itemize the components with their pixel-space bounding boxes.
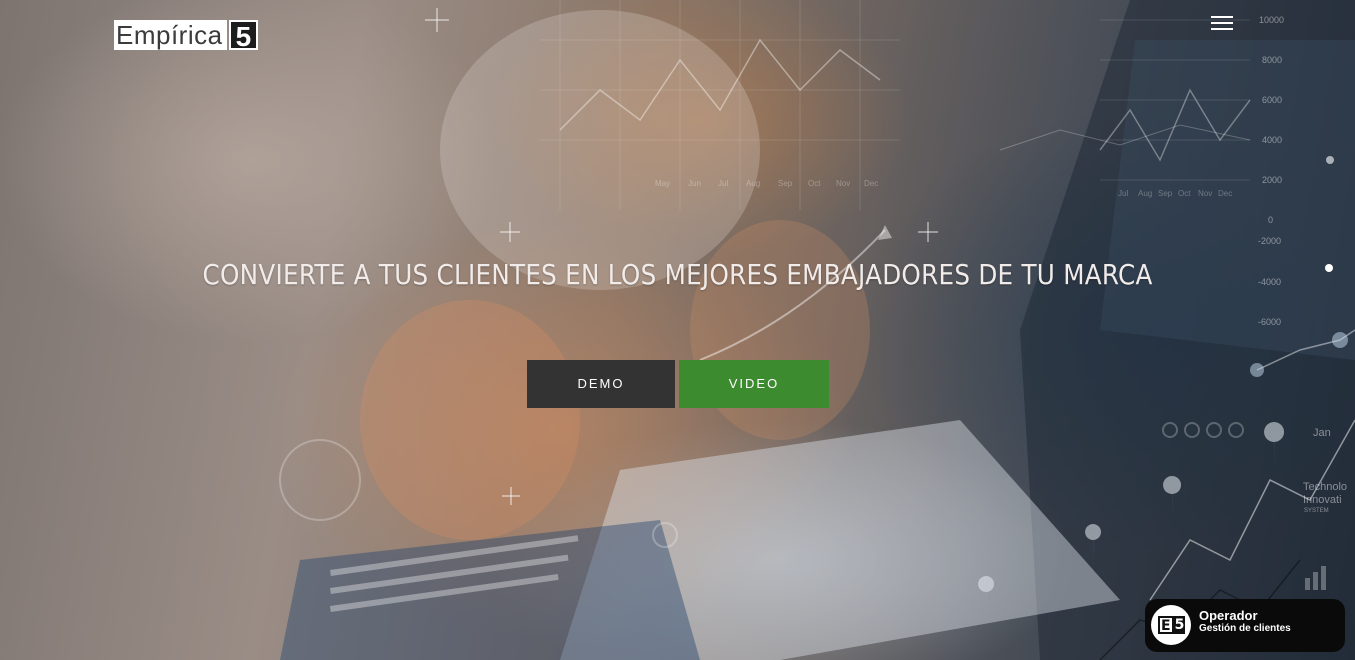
widget-title: Operador <box>1199 608 1258 623</box>
axis-month-label: Nov <box>836 179 850 188</box>
axis-month-label: Oct <box>1178 189 1191 198</box>
axis-month-label: May <box>655 179 670 188</box>
hamburger-menu-icon[interactable] <box>1208 14 1236 32</box>
axis-month-label: Dec <box>1218 189 1232 198</box>
video-button[interactable]: VIDEO <box>679 360 829 408</box>
axis-month-label: Aug <box>1138 189 1152 198</box>
axis-tick-label: 6000 <box>1262 95 1282 105</box>
hero-section: 10000 8000 6000 4000 2000 0 -2000 -4000 … <box>0 0 1355 660</box>
site-logo[interactable]: Empírica 5 <box>114 20 259 52</box>
axis-month-label: Sep <box>778 179 793 188</box>
axis-month-label: Nov <box>1198 189 1212 198</box>
slider-dot[interactable] <box>1325 264 1333 272</box>
axis-tick-label: 2000 <box>1262 175 1282 185</box>
demo-button[interactable]: DEMO <box>527 360 675 408</box>
axis-month-label: Jul <box>1118 189 1128 198</box>
axis-month-label: Jun <box>688 179 701 188</box>
menu-bar <box>1211 28 1233 30</box>
logo-wordmark: Empírica <box>114 20 227 50</box>
axis-month-label: Oct <box>808 179 821 188</box>
axis-month-label: Sep <box>1158 189 1173 198</box>
operator-chat-widget[interactable]: E 5 Operador Gestión de clientes <box>1145 599 1345 652</box>
corner-month-label: Jan <box>1313 427 1331 439</box>
axis-tick-label: 4000 <box>1262 135 1282 145</box>
widget-logo-number: 5 <box>1173 616 1186 634</box>
axis-tick-label: -2000 <box>1258 236 1281 246</box>
corner-text: SYSTEM <box>1304 508 1329 514</box>
hero-headline: CONVIERTE A TUS CLIENTES EN LOS MEJORES … <box>202 258 1153 291</box>
axis-tick-label: 8000 <box>1262 55 1282 65</box>
widget-subtitle: Gestión de clientes <box>1199 623 1291 634</box>
axis-month-label: Jul <box>718 179 728 188</box>
axis-tick-label: -6000 <box>1258 317 1281 327</box>
corner-text: Innovati <box>1303 494 1342 506</box>
axis-tick-label: 0 <box>1268 215 1273 225</box>
widget-logo-letter: E <box>1158 616 1174 634</box>
axis-tick-label: 10000 <box>1259 15 1284 25</box>
corner-text: Technolo <box>1303 481 1347 493</box>
menu-bar <box>1211 22 1233 24</box>
menu-bar <box>1211 16 1233 18</box>
logo-number: 5 <box>228 20 259 52</box>
e5-logo-icon: E 5 <box>1151 605 1191 645</box>
axis-month-label: Dec <box>864 179 878 188</box>
axis-month-label: Aug <box>746 179 760 188</box>
background-analytics-image: 10000 8000 6000 4000 2000 0 -2000 -4000 … <box>279 0 1355 660</box>
